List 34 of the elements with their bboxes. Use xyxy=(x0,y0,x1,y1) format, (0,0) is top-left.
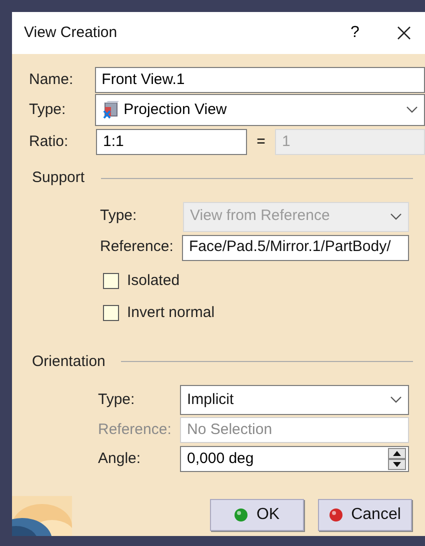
field-label: Ratio: xyxy=(29,132,70,152)
field-label: Type: xyxy=(100,206,138,226)
chevron-down-icon xyxy=(406,106,418,114)
field-label: Name: xyxy=(29,70,74,90)
close-icon[interactable] xyxy=(397,26,411,40)
status-ball-icon xyxy=(234,508,248,522)
checkbox[interactable] xyxy=(103,272,119,289)
type-dropdown[interactable]: Projection View xyxy=(94,94,425,126)
field-label: Type: xyxy=(29,100,67,120)
field-label: Angle: xyxy=(98,448,142,469)
section-title: Support xyxy=(32,168,85,188)
help-button[interactable]: ? xyxy=(345,21,365,45)
status-ball-icon xyxy=(329,508,344,522)
chevron-down-icon xyxy=(390,212,402,220)
checkbox-label: Invert normal xyxy=(127,303,215,323)
chevron-down-icon xyxy=(390,396,402,404)
angle-spin-field[interactable]: 0,000 deg xyxy=(180,446,409,472)
field-label: Reference: xyxy=(98,420,172,440)
name-field[interactable]: Front View.1 xyxy=(94,67,425,93)
window-title: View Creation xyxy=(24,22,118,43)
equals-sign: = xyxy=(256,132,266,152)
reference-field[interactable]: Face/Pad.5/Mirror.1/PartBody/ xyxy=(182,234,409,260)
section-title: Orientation xyxy=(32,352,106,372)
spinner-arrows-icon[interactable] xyxy=(388,448,406,470)
field-label: Type: xyxy=(98,390,136,410)
type-dropdown[interactable]: Implicit xyxy=(180,385,409,415)
checkbox[interactable] xyxy=(103,305,119,322)
checkbox-label: Isolated xyxy=(127,270,180,290)
ok-button[interactable]: OK xyxy=(210,499,304,531)
cancel-button[interactable]: Cancel xyxy=(318,499,412,531)
field-label: Reference: xyxy=(100,237,174,258)
ratio-result-field: 1 xyxy=(275,129,425,155)
projection-view-icon xyxy=(102,101,120,119)
ratio-field[interactable]: 1:1 xyxy=(96,129,247,155)
